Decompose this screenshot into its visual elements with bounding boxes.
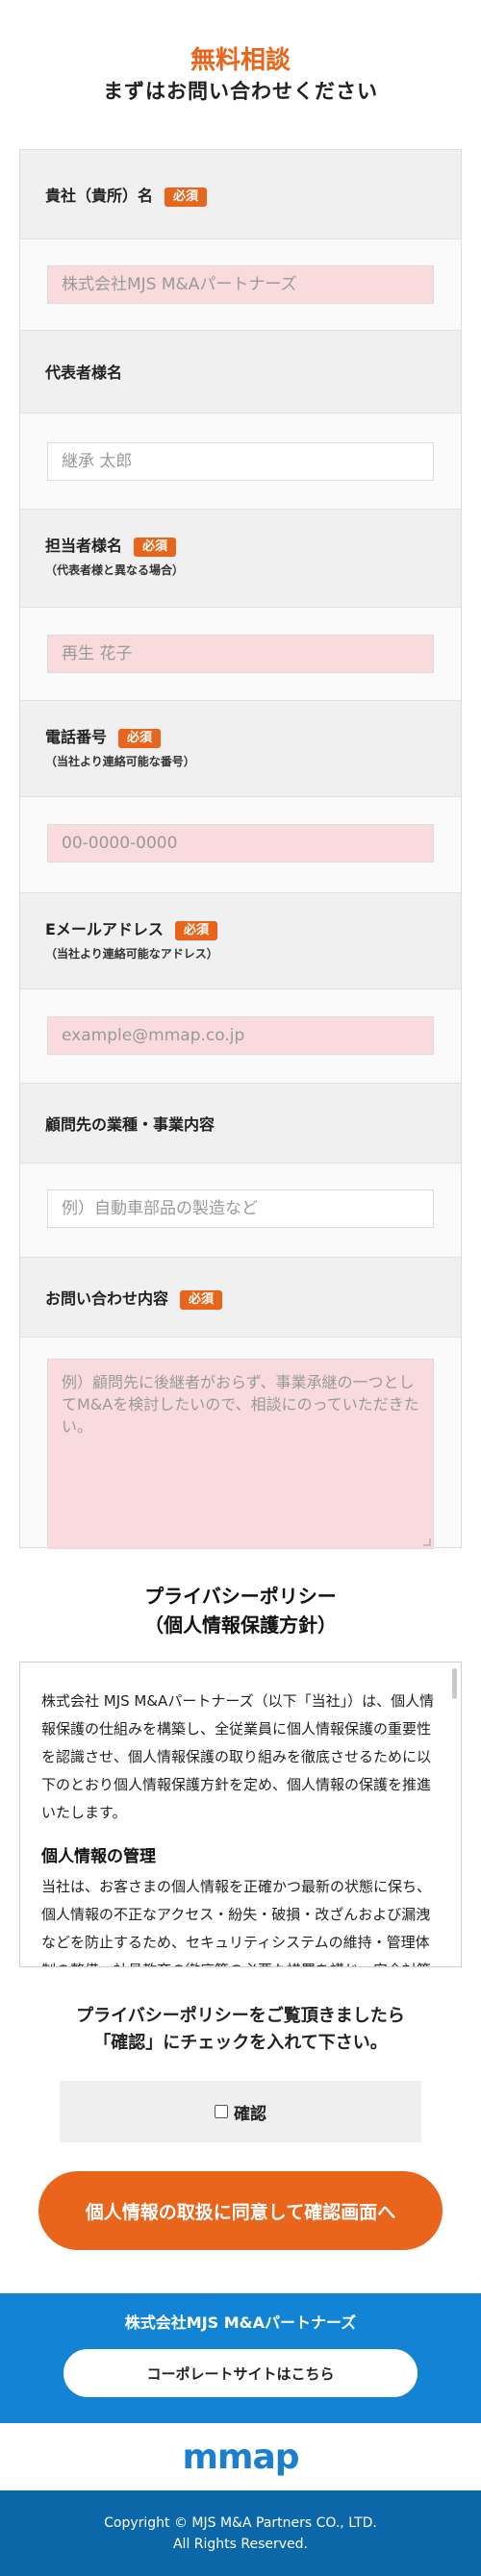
confirm-checkbox-area[interactable]: 確認 (60, 2081, 421, 2142)
footer: Copyright © MJS M&A Partners CO., LTD. A… (0, 2490, 481, 2576)
company-name-input[interactable]: 株式会社MJS M&Aパートナーズ (47, 265, 434, 304)
email-label-row: Eメールアドレス 必須 （当社より連絡可能なアドレス） (20, 893, 461, 989)
corporate-site-button[interactable]: コーポレートサイトはこちら (63, 2349, 418, 2397)
inquiry-label-row: お問い合わせ内容 必須 (20, 1258, 461, 1338)
company-label: 貴社（貴所）名 必須 (45, 183, 208, 207)
contact-person-input-row: 再生 花子 (20, 608, 461, 701)
copyright-line1: Copyright © MJS M&A Partners CO., LTD. (104, 2515, 377, 2531)
representative-label-row: 代表者様名 (20, 331, 461, 413)
page-subtitle: まずはお問い合わせください (103, 80, 378, 103)
privacy-title: プライバシーポリシー （個人情報保護方針） (144, 1585, 337, 1637)
phone-label: 電話番号 必須 (45, 724, 162, 748)
inquiry-page: 無料相談 まずはお問い合わせください 貴社（貴所）名 必須 株式会社MJS M&A… (0, 0, 481, 2576)
phone-input-row: 00-0000-0000 (20, 797, 461, 893)
phone-sublabel: （当社より連絡可能な番号） (45, 755, 195, 768)
inquiry-input-row: 例）顧問先に後継者がおらず、事業承継の一つとしてM&Aを検討したいので、相談にの… (20, 1338, 461, 1549)
required-badge: 必須 (180, 1290, 223, 1310)
contact-person-label: 担当者様名 必須 (45, 533, 177, 557)
company-label-row: 貴社（貴所）名 必須 (20, 150, 461, 239)
representative-name-input[interactable]: 継承 太郎 (47, 442, 434, 481)
email-input-row: example@mmap.co.jp (20, 989, 461, 1084)
required-badge: 必須 (118, 729, 162, 748)
representative-input-row: 継承 太郎 (20, 413, 461, 510)
logo-area: mmap (0, 2423, 481, 2490)
contact-person-label-row: 担当者様名 必須 （代表者様と異なる場合） (20, 510, 461, 608)
industry-label: 顧問先の業種・事業内容 (45, 1115, 215, 1134)
required-badge: 必須 (165, 188, 208, 207)
page-title: 無料相談 (190, 46, 291, 75)
privacy-intro: 株式会社 MJS M&Aパートナーズ（以下「当社」）は、個人情報保護の仕組みを構… (41, 1692, 435, 1821)
company-input-row: 株式会社MJS M&Aパートナーズ (20, 239, 461, 331)
privacy-policy-scrollbox[interactable]: 株式会社 MJS M&Aパートナーズ（以下「当社」）は、個人情報保護の仕組みを構… (19, 1662, 462, 1967)
industry-input-row: 例）自動車部品の製造など (20, 1163, 461, 1258)
industry-label-row: 顧問先の業種・事業内容 (20, 1084, 461, 1163)
resize-handle-icon[interactable] (423, 1538, 431, 1546)
page-header: 無料相談 まずはお問い合わせください (0, 0, 481, 144)
email-input[interactable]: example@mmap.co.jp (47, 1016, 434, 1055)
email-label: Eメールアドレス 必須 (45, 916, 217, 940)
contact-person-sublabel: （代表者様と異なる場合） (45, 563, 185, 577)
copyright-line2: All Rights Reserved. (172, 2537, 309, 2552)
required-badge: 必須 (174, 921, 217, 940)
corporate-banner: 株式会社MJS M&Aパートナーズ コーポレートサイトはこちら (0, 2293, 481, 2423)
phone-input[interactable]: 00-0000-0000 (47, 824, 434, 863)
confirm-checkbox-label[interactable]: 確認 (234, 2100, 266, 2124)
industry-input[interactable]: 例）自動車部品の製造など (47, 1189, 434, 1228)
privacy-section-text: 当社は、お客さまの個人情報を正確かつ最新の状態に保ち、個人情報の不正なアクセス・… (41, 1878, 432, 1966)
phone-label-row: 電話番号 必須 （当社より連絡可能な番号） (20, 701, 461, 797)
confirm-checkbox[interactable] (215, 2105, 228, 2118)
email-sublabel: （当社より連絡可能なアドレス） (45, 947, 218, 961)
mmap-logo[interactable]: mmap (182, 2438, 299, 2477)
representative-label: 代表者様名 (45, 363, 123, 382)
consent-note: プライバシーポリシーをご覧頂きましたら 「確認」にチェックを入れて下さい。 (76, 2006, 405, 2053)
inquiry-form: 貴社（貴所）名 必須 株式会社MJS M&Aパートナーズ 代表者様名 継承 太郎 … (19, 149, 462, 1549)
privacy-section-heading: 個人情報の管理 (41, 1847, 156, 1866)
required-badge: 必須 (134, 538, 177, 557)
submit-button[interactable]: 個人情報の取扱に同意して確認画面へ (38, 2171, 443, 2250)
contact-person-input[interactable]: 再生 花子 (47, 635, 434, 673)
inquiry-label: お問い合わせ内容 必須 (45, 1286, 223, 1310)
corporate-company-name: 株式会社MJS M&Aパートナーズ (124, 2313, 357, 2332)
scrollbar-thumb[interactable] (452, 1668, 457, 1699)
inquiry-textarea[interactable]: 例）顧問先に後継者がおらず、事業承継の一つとしてM&Aを検討したいので、相談にの… (47, 1359, 434, 1549)
